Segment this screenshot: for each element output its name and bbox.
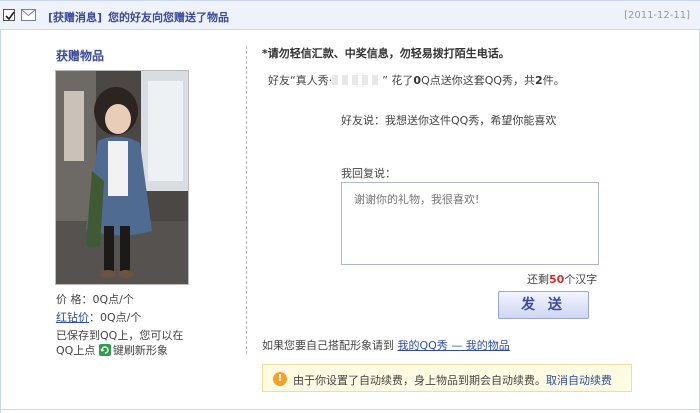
notice-text: 由于你设置了自动续费，身上物品到期会自动续费。取消自动续费 (293, 372, 612, 388)
intro-end: 件。 (542, 74, 565, 87)
remain-prefix: 还剩 (527, 273, 549, 286)
bottom-border (0, 409, 700, 410)
remain-suffix: 个汉字 (564, 273, 598, 286)
intro-qpoints: 0 (413, 74, 422, 87)
message-date: [2011-12-11] (624, 10, 690, 21)
column-divider (246, 46, 247, 354)
price-row: 价 格：0Q点/个 (56, 291, 134, 307)
remain-count: 50 (549, 273, 565, 286)
auto-renew-notice: ! 由于你设置了自动续费，身上物品到期会自动续费。取消自动续费 (262, 364, 632, 392)
envelope-icon (21, 9, 36, 21)
friend-name-redacted (332, 75, 383, 85)
saved-note: 已保存到QQ上，您可以在 QQ上点 键刷新形象 (56, 328, 196, 358)
price-value: 0Q点/个 (92, 293, 134, 306)
price-label: 价 格： (56, 293, 93, 306)
my-qq-show-link[interactable]: 我的QQ秀 — 我的物品 (398, 339, 510, 352)
send-button[interactable]: 发 送 (498, 291, 589, 319)
own-show-hint: 如果您要自己搭配形象请到 我的QQ秀 — 我的物品 (262, 337, 510, 353)
char-counter: 还剩50个汉字 (527, 271, 597, 287)
saved-note-line2: QQ上点 (56, 344, 96, 357)
reply-input[interactable] (341, 182, 599, 265)
refresh-icon[interactable] (98, 344, 111, 356)
saved-note-line1: 已保存到QQ上，您可以在 (56, 329, 184, 342)
intro-prefix: 好友“真人秀· (268, 74, 333, 87)
cancel-auto-renew-link[interactable]: 取消自动续费 (546, 374, 612, 387)
red-price-value: ：0Q点/个 (89, 311, 142, 324)
red-price-row: 红钻价：0Q点/个 (56, 309, 141, 325)
reply-label: 我回复说： (341, 167, 396, 180)
intro-mid: ” 花了 (382, 74, 414, 87)
notice-message: 由于你设置了自动续费，身上物品到期会自动续费。 (293, 374, 546, 387)
intro-after: Q点送你这套QQ秀，共 (421, 74, 536, 87)
message-header: [获赠消息] 您的好友向您赠送了物品 [2011-12-11] (0, 0, 700, 30)
red-diamond-price-link[interactable]: 红钻价 (56, 311, 89, 324)
saved-note-line3: 键刷新形象 (112, 344, 168, 357)
message-title: 您的好友向您赠送了物品 (108, 11, 229, 24)
select-checkbox[interactable] (3, 9, 15, 21)
gift-photo (55, 70, 189, 285)
own-show-text: 如果您要自己搭配形象请到 (262, 339, 394, 352)
gift-title: 获赠物品 (56, 49, 105, 63)
intro-count: 2 (535, 74, 543, 87)
safety-warning: *请勿轻信汇款、中奖信息，勿轻易拨打陌生电话。 (262, 47, 510, 60)
message-type-tag: [获赠消息] (48, 11, 103, 24)
friend-message: 好友说：我想送你这件QQ秀，希望你能喜欢 (341, 114, 557, 127)
exclamation-icon: ! (273, 372, 287, 386)
gift-intro: 好友“真人秀· ” 花了0Q点送你这套QQ秀，共2件。 (268, 72, 565, 88)
